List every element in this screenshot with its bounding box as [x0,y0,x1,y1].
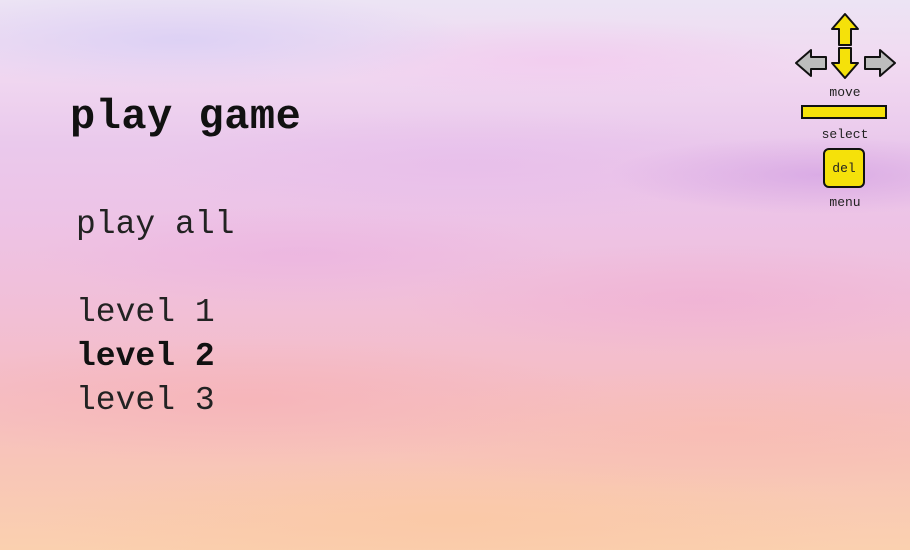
menu-item-level-3[interactable]: level 3 [76,379,234,423]
arrow-keys-icon [795,13,896,79]
spacebar-icon [801,105,887,119]
menu-item-level-2[interactable]: level 2 [76,335,234,379]
del-key-icon: del [823,148,865,188]
menu-item-level-1[interactable]: level 1 [76,291,234,335]
menu-item-play-all[interactable]: play all [76,203,234,247]
select-label: select [821,127,869,142]
arrow-up-icon [831,13,859,46]
move-label: move [829,85,861,100]
arrow-down-icon [831,47,859,79]
menu-label: menu [829,195,861,210]
page-title: play game [70,93,302,141]
controls-legend: move select del menu [790,10,900,210]
arrow-right-icon [864,49,896,77]
level-menu: play all level 1 level 2 level 3 [76,203,234,423]
arrow-left-icon [795,49,827,77]
del-key-label: del [832,160,856,176]
